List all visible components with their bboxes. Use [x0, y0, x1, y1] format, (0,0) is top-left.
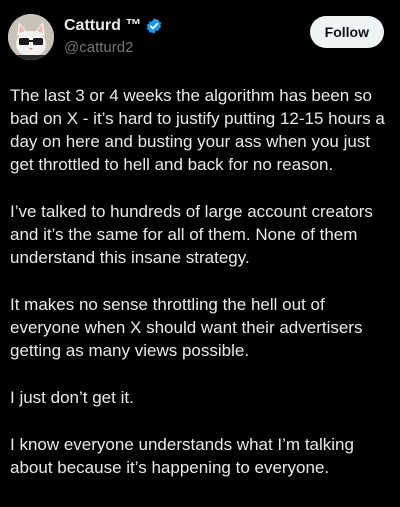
tweet-paragraph: The last 3 or 4 weeks the algorithm has …	[10, 86, 385, 174]
tweet-paragraph: I know everyone understands what I’m tal…	[10, 435, 354, 477]
follow-button[interactable]: Follow	[309, 16, 384, 48]
tweet: Catturd ™ @catturd2 Follow The last 3 or…	[0, 0, 400, 507]
avatar[interactable]	[8, 14, 54, 60]
display-name-row: Catturd ™	[64, 16, 163, 36]
tweet-body: The last 3 or 4 weeks the algorithm has …	[10, 84, 392, 503]
handle[interactable]: @catturd2	[64, 39, 163, 56]
verified-badge-icon	[145, 17, 163, 35]
author-names: Catturd ™ @catturd2	[64, 16, 163, 56]
tweet-paragraph: It makes no sense throttling the hell ou…	[10, 295, 363, 360]
tweet-paragraph: I’ve talked to hundreds of large account…	[10, 202, 373, 267]
display-name[interactable]: Catturd ™	[64, 17, 141, 35]
cat-avatar-icon	[8, 14, 54, 60]
tweet-paragraph: I just don’t get it.	[10, 388, 134, 407]
tweet-header: Catturd ™ @catturd2 Follow	[8, 10, 392, 60]
